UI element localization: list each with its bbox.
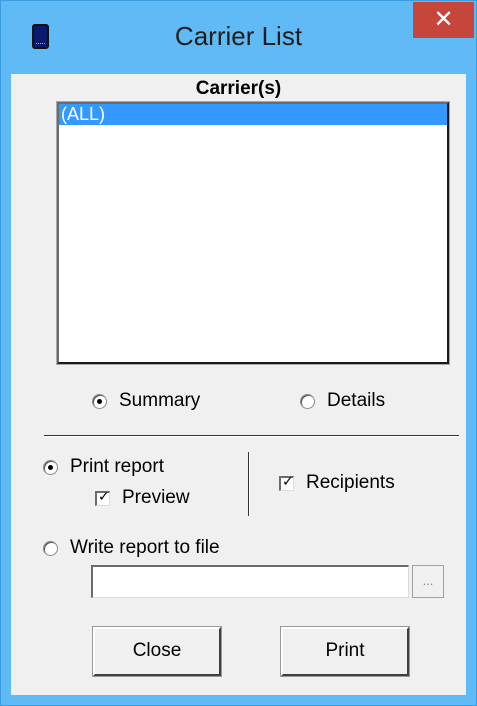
list-item[interactable]: (ALL) (59, 104, 447, 125)
print-report-label: Print report (70, 456, 164, 477)
summary-label: Summary (119, 390, 201, 411)
preview-option[interactable]: ✓ Preview (95, 487, 190, 509)
write-file-radio[interactable] (43, 540, 58, 556)
carriers-heading: Carrier(s) (195, 78, 282, 99)
dialog-body: Carrier(s) (ALL) Summary Details Print r… (11, 74, 466, 695)
carrier-list-window: Carrier List ✕ Carrier(s) (ALL) Summary … (0, 0, 477, 706)
preview-label: Preview (122, 487, 190, 508)
print-report-option[interactable]: Print report (43, 456, 164, 478)
details-option[interactable]: Details (300, 390, 385, 412)
details-label: Details (327, 390, 386, 411)
horizontal-divider (44, 435, 459, 437)
close-button[interactable]: Close (92, 626, 222, 677)
file-path-input[interactable] (91, 565, 409, 598)
title-bar[interactable]: Carrier List ✕ (1, 1, 476, 74)
write-file-option[interactable]: Write report to file (43, 537, 220, 559)
print-report-radio[interactable] (43, 459, 58, 475)
carriers-listbox[interactable]: (ALL) (56, 101, 450, 365)
write-file-label: Write report to file (70, 537, 220, 558)
recipients-checkbox[interactable]: ✓ (279, 474, 294, 491)
vertical-divider (248, 452, 250, 516)
recipients-label: Recipients (306, 472, 395, 493)
window-title: Carrier List (174, 21, 303, 51)
print-button[interactable]: Print (280, 626, 410, 677)
preview-checkbox[interactable]: ✓ (95, 489, 110, 506)
summary-option[interactable]: Summary (92, 390, 200, 412)
details-radio[interactable] (300, 393, 315, 409)
close-window-button[interactable]: ✕ (413, 2, 474, 38)
recipients-option[interactable]: ✓ Recipients (279, 472, 395, 494)
summary-radio[interactable] (92, 393, 107, 409)
browse-button[interactable]: ... (412, 565, 444, 598)
